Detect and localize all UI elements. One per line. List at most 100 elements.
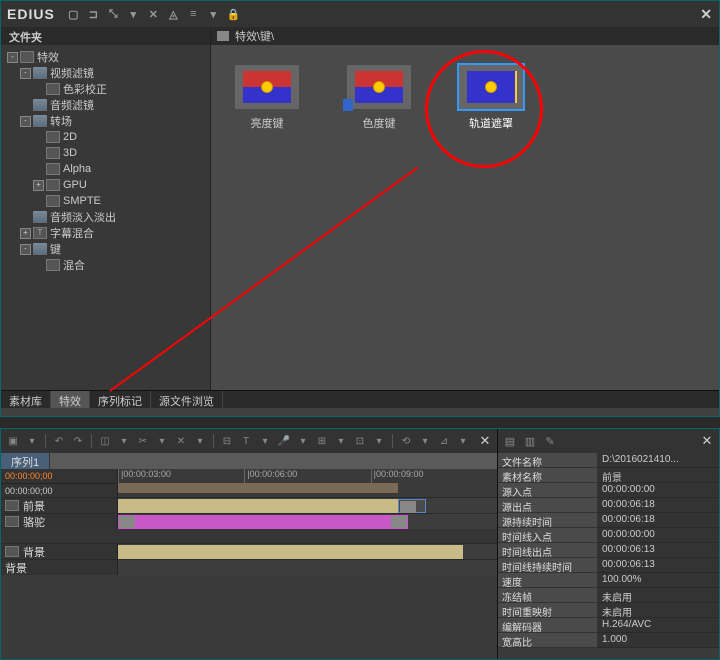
tool-icon[interactable]: ⊿: [436, 433, 452, 449]
tool-icon[interactable]: ⤡: [107, 7, 121, 21]
tool-icon[interactable]: ▾: [371, 433, 387, 449]
tool-icon[interactable]: ⊐: [87, 7, 101, 21]
track-header[interactable]: 前景: [1, 498, 118, 513]
tool-icon[interactable]: ▤: [502, 433, 518, 449]
effects-panel: EDIUS ▢ ⊐ ⤡ ▾ ✕ ◬ ≡ ▾ 🔒 ✕ 文件夹 -特效-视频滤镜色彩…: [0, 0, 720, 417]
tool-icon[interactable]: ↶: [51, 433, 67, 449]
track-icon: [5, 546, 19, 557]
fx-icon: [20, 51, 34, 63]
fx-icon: [46, 163, 60, 175]
tree-item[interactable]: SMPTE: [3, 193, 208, 209]
tool-icon[interactable]: ▾: [333, 433, 349, 449]
tool-icon[interactable]: ⊡: [352, 433, 368, 449]
clip[interactable]: [398, 499, 426, 513]
tree-item[interactable]: -特效: [3, 49, 208, 65]
tracks[interactable]: 前景骆驼背景背景: [1, 497, 497, 659]
tool-icon[interactable]: ⊞: [314, 433, 330, 449]
property-row: 编解码器H.264/AVC: [498, 618, 719, 633]
tree-item[interactable]: 音频滤镜: [3, 97, 208, 113]
mic-icon[interactable]: 🎤: [276, 433, 292, 449]
tree-item[interactable]: 音频淡入淡出: [3, 209, 208, 225]
expand-icon[interactable]: -: [20, 244, 31, 255]
tree-item[interactable]: -键: [3, 241, 208, 257]
tree-item[interactable]: 混合: [3, 257, 208, 273]
track-header[interactable]: 骆驼: [1, 514, 118, 529]
tool-icon[interactable]: ◫: [97, 433, 113, 449]
tool-icon[interactable]: ▾: [127, 7, 141, 21]
effect-thumb[interactable]: 亮度键: [231, 65, 303, 131]
tool-icon[interactable]: ▾: [154, 433, 170, 449]
tree-item[interactable]: -转场: [3, 113, 208, 129]
tool-icon[interactable]: ⊟: [219, 433, 235, 449]
tree-item[interactable]: 色彩校正: [3, 81, 208, 97]
sequence-tab[interactable]: 序列1: [1, 453, 50, 469]
tool-icon[interactable]: ✕: [173, 433, 189, 449]
expand-icon[interactable]: -: [20, 68, 31, 79]
tool-icon[interactable]: ✕: [147, 7, 161, 21]
fx-icon: [46, 131, 60, 143]
tool-icon[interactable]: ▾: [192, 433, 208, 449]
fx-icon: [46, 195, 60, 207]
tool-icon[interactable]: ▾: [417, 433, 433, 449]
track-header[interactable]: 背景: [1, 560, 118, 575]
effect-thumb[interactable]: 轨道遮罩: [455, 65, 527, 131]
track-row[interactable]: 骆驼: [1, 513, 497, 529]
tool-icon[interactable]: ▾: [455, 433, 471, 449]
track-row[interactable]: 背景: [1, 559, 497, 575]
panel-tab[interactable]: 素材库: [1, 391, 51, 408]
panel-tab[interactable]: 特效: [51, 391, 90, 408]
tree-item[interactable]: 3D: [3, 145, 208, 161]
expand-icon[interactable]: -: [20, 116, 31, 127]
tree-item[interactable]: +GPU: [3, 177, 208, 193]
tree-item[interactable]: 2D: [3, 129, 208, 145]
tree-item[interactable]: +T字幕混合: [3, 225, 208, 241]
close-icon[interactable]: ✕: [700, 6, 713, 23]
track-body[interactable]: [118, 544, 497, 559]
track-row[interactable]: 背景: [1, 543, 497, 559]
tool-icon[interactable]: ▾: [24, 433, 40, 449]
track-row[interactable]: 前景: [1, 497, 497, 513]
tool-icon[interactable]: ▣: [5, 433, 21, 449]
ruler-scale[interactable]: |00:00:03:00|00:00:06:00|00:00:09:00: [118, 469, 497, 497]
tool-icon[interactable]: ≡: [187, 7, 201, 21]
tool-icon[interactable]: ✎: [542, 433, 558, 449]
close-icon[interactable]: ✕: [477, 433, 493, 449]
expand-icon[interactable]: +: [20, 228, 31, 239]
breadcrumb-text: 特效\键\: [235, 28, 274, 44]
track-body[interactable]: [118, 560, 497, 575]
tool-icon[interactable]: ▾: [257, 433, 273, 449]
track-body[interactable]: [118, 514, 497, 529]
tool-icon[interactable]: ▾: [207, 7, 221, 21]
tool-icon[interactable]: T: [238, 433, 254, 449]
expand-icon[interactable]: -: [7, 52, 18, 63]
property-value: 00:00:06:18: [598, 498, 719, 513]
close-icon[interactable]: ✕: [699, 433, 715, 449]
tool-icon[interactable]: ⟲: [398, 433, 414, 449]
clip[interactable]: [118, 499, 398, 513]
track-body[interactable]: [118, 498, 497, 513]
panel-tab[interactable]: 源文件浏览: [151, 391, 223, 408]
lock-icon[interactable]: 🔒: [227, 7, 241, 21]
tool-icon[interactable]: ◬: [167, 7, 181, 21]
tool-icon[interactable]: ▢: [67, 7, 81, 21]
thumb-label: 轨道遮罩: [469, 115, 513, 131]
folder-tree[interactable]: -特效-视频滤镜色彩校正音频滤镜-转场2D3DAlpha+GPUSMPTE音频淡…: [1, 45, 210, 277]
tool-icon[interactable]: ▾: [295, 433, 311, 449]
effect-thumb[interactable]: 色度键: [343, 65, 415, 131]
tool-icon[interactable]: ✂: [135, 433, 151, 449]
clip[interactable]: [118, 515, 408, 529]
panel-tab[interactable]: 序列标记: [90, 391, 151, 408]
tree-item[interactable]: Alpha: [3, 161, 208, 177]
tree-item[interactable]: -视频滤镜: [3, 65, 208, 81]
property-key: 宽高比: [498, 633, 598, 648]
tool-icon[interactable]: ↷: [70, 433, 86, 449]
props-toolbar: ▤ ▥ ✎ ✕: [498, 429, 719, 453]
effects-content: 特效\键\ 亮度键色度键轨道遮罩: [211, 27, 719, 390]
property-value: 未启用: [598, 603, 719, 618]
track-header[interactable]: 背景: [1, 544, 118, 559]
tool-icon[interactable]: ▾: [116, 433, 132, 449]
expand-icon[interactable]: +: [33, 180, 44, 191]
app-title: EDIUS: [7, 6, 55, 22]
clip[interactable]: [118, 545, 463, 559]
tool-icon[interactable]: ▥: [522, 433, 538, 449]
